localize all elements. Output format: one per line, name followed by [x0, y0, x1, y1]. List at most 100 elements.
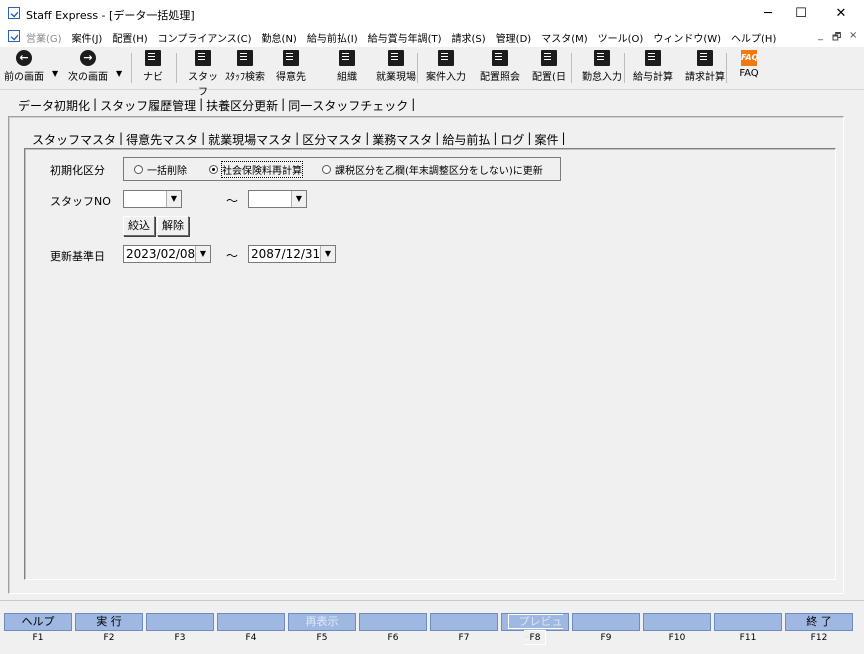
- menu-item-12[interactable]: ヘルプ(H): [731, 30, 776, 45]
- sub-tabs: スタッフマスタ | 得意先マスタ | 就業現場マスタ | 区分マスタ | 業務マスタ | 給与前払 |…: [32, 131, 569, 148]
- menu-item-9[interactable]: マスタ(M): [541, 30, 587, 45]
- toolbar-button-11[interactable]: 勤怠入力: [578, 50, 626, 83]
- mdi-minimize-button[interactable]: _: [818, 30, 823, 41]
- toolbar-button-3[interactable]: スタッフ: [185, 50, 221, 98]
- main-tab-2[interactable]: 扶養区分更新: [206, 97, 278, 114]
- sub-tab-5[interactable]: 給与前払: [442, 131, 490, 148]
- toolbar-button-9[interactable]: 配置照会: [475, 50, 525, 83]
- radio-bulk-delete[interactable]: 一括削除: [134, 162, 187, 177]
- fkey-f6-button[interactable]: F6: [359, 613, 427, 643]
- fkey-face[interactable]: 再表示: [288, 613, 356, 631]
- toolbar-separator: [726, 53, 727, 83]
- chevron-down-icon[interactable]: ▼: [291, 191, 306, 207]
- fkey-f9-button[interactable]: F9: [572, 613, 640, 643]
- toolbar-button-12[interactable]: 給与計算: [630, 50, 676, 83]
- radio-social-insurance[interactable]: 社会保険料再計算: [209, 161, 303, 178]
- toolbar-button-2[interactable]: ナビ: [138, 50, 168, 83]
- history-dropdown-icon[interactable]: ▼: [52, 69, 58, 78]
- fkey-f4-button[interactable]: F4: [217, 613, 285, 643]
- fkey-f7-button[interactable]: F7: [430, 613, 498, 643]
- mdi-app-icon[interactable]: [8, 30, 20, 42]
- toolbar-button-0[interactable]: ← 前の画面: [0, 50, 48, 83]
- chevron-down-icon[interactable]: ▼: [195, 246, 210, 262]
- navi-icon: [145, 50, 161, 66]
- chevron-down-icon[interactable]: ▼: [320, 246, 335, 262]
- toolbar-button-7[interactable]: 就業現場: [373, 50, 419, 83]
- fkey-face[interactable]: [643, 613, 711, 631]
- menu-item-3[interactable]: コンプライアンス(C): [158, 30, 252, 45]
- fkey-number: F10: [668, 633, 686, 643]
- toolbar-button-10[interactable]: 配置(日: [528, 50, 570, 83]
- menu-item-4[interactable]: 勤怠(N): [262, 30, 297, 45]
- history-dropdown-icon[interactable]: ▼: [116, 69, 122, 78]
- worksite-icon: [388, 50, 404, 66]
- base-date-to-combo[interactable]: 2087/12/31 ▼: [248, 245, 336, 263]
- sub-tab-3[interactable]: 区分マスタ: [302, 131, 362, 148]
- fkey-face[interactable]: [572, 613, 640, 631]
- sub-tab-2[interactable]: 就業現場マスタ: [208, 131, 292, 148]
- menu-item-7[interactable]: 請求(S): [452, 30, 486, 45]
- fkey-f11-button[interactable]: F11: [714, 613, 782, 643]
- fkey-face[interactable]: [714, 613, 782, 631]
- fkey-f3-button[interactable]: F3: [146, 613, 214, 643]
- sub-tab-6[interactable]: ログ: [500, 131, 524, 148]
- fkey-f2-button[interactable]: 実 行 F2: [75, 613, 143, 643]
- main-tab-3[interactable]: 同一スタッフチェック: [288, 97, 408, 114]
- mdi-close-button[interactable]: ×: [849, 30, 857, 41]
- fkey-face[interactable]: [217, 613, 285, 631]
- chevron-down-icon[interactable]: ▼: [166, 191, 181, 207]
- fkey-number: F4: [245, 633, 257, 643]
- mdi-restore-button[interactable]: 🗗: [832, 30, 841, 47]
- fkey-face[interactable]: 終 了: [785, 613, 853, 631]
- fkey-face[interactable]: [146, 613, 214, 631]
- menu-bar: 営業(G) 案件(J) 配置(H) コンプライアンス(C) 勤怠(N) 給与前払(I) 給与…: [0, 27, 864, 47]
- sub-tab-0[interactable]: スタッフマスタ: [32, 131, 116, 148]
- fkey-f8-button[interactable]: プレビュー F8: [501, 613, 569, 645]
- fkey-face[interactable]: [359, 613, 427, 631]
- toolbar-button-4[interactable]: ｽﾀｯﾌ検索: [222, 50, 268, 83]
- fkey-number: F6: [387, 633, 399, 643]
- toolbar-button-13[interactable]: 請求計算: [682, 50, 728, 83]
- radio-bulk-delete-dot[interactable]: [134, 165, 143, 174]
- radio-social-insurance-dot[interactable]: [209, 165, 218, 174]
- fkey-f10-button[interactable]: F10: [643, 613, 711, 643]
- fkey-number: F7: [458, 633, 470, 643]
- menu-item-1[interactable]: 案件(J): [72, 30, 103, 45]
- staff-no-to-combo[interactable]: ▼: [248, 190, 307, 208]
- toolbar-button-14[interactable]: FAQ FAQ: [734, 50, 764, 79]
- toolbar-button-1[interactable]: → 次の画面: [63, 50, 113, 83]
- menu-item-10[interactable]: ツール(O): [598, 30, 644, 45]
- sub-tab-4[interactable]: 業務マスタ: [372, 131, 432, 148]
- toolbar-button-5[interactable]: 得意先: [270, 50, 312, 83]
- clear-button[interactable]: 解除: [157, 216, 189, 236]
- toolbar-button-6[interactable]: 組織: [330, 50, 364, 83]
- sub-tab-7[interactable]: 案件: [534, 131, 558, 148]
- main-tab-1[interactable]: スタッフ履歴管理: [100, 97, 196, 114]
- menu-item-6[interactable]: 給与賞与年調(T): [368, 30, 442, 45]
- fkey-number: F5: [316, 633, 328, 643]
- menu-item-5[interactable]: 給与前払(I): [307, 30, 358, 45]
- fkey-face[interactable]: 実 行: [75, 613, 143, 631]
- staff-no-from-combo[interactable]: ▼: [123, 190, 182, 208]
- fkey-face[interactable]: [430, 613, 498, 631]
- menu-item-8[interactable]: 管理(D): [496, 30, 532, 45]
- menu-item-2[interactable]: 配置(H): [112, 30, 147, 45]
- radio-tax-class-update-dot[interactable]: [322, 165, 331, 174]
- base-date-from-combo[interactable]: 2023/02/08 ▼: [123, 245, 211, 263]
- sub-tab-1[interactable]: 得意先マスタ: [126, 131, 198, 148]
- menu-item-11[interactable]: ウィンドウ(W): [653, 30, 721, 45]
- toolbar-button-8[interactable]: 案件入力: [423, 50, 469, 83]
- filter-button[interactable]: 絞込: [123, 216, 155, 236]
- main-tab-0[interactable]: データ初期化: [18, 97, 90, 114]
- fkey-f12-button[interactable]: 終 了 F12: [785, 613, 853, 643]
- menu-items: 営業(G) 案件(J) 配置(H) コンプライアンス(C) 勤怠(N) 給与前払(I) 給与…: [26, 30, 786, 45]
- fkey-face[interactable]: ヘルプ: [4, 613, 72, 631]
- menu-item-0[interactable]: 営業(G): [26, 30, 62, 45]
- fkey-f1-button[interactable]: ヘルプ F1: [4, 613, 72, 643]
- radio-tax-class-update[interactable]: 課税区分を乙欄(年末調整区分をしない)に更新: [322, 162, 543, 177]
- case-input-icon: [438, 50, 454, 66]
- close-button[interactable]: ✕: [818, 0, 864, 27]
- window-title: Staff Express - [データ一括処理]: [26, 9, 195, 22]
- fkey-face[interactable]: プレビュー: [501, 613, 569, 645]
- fkey-f5-button[interactable]: 再表示 F5: [288, 613, 356, 643]
